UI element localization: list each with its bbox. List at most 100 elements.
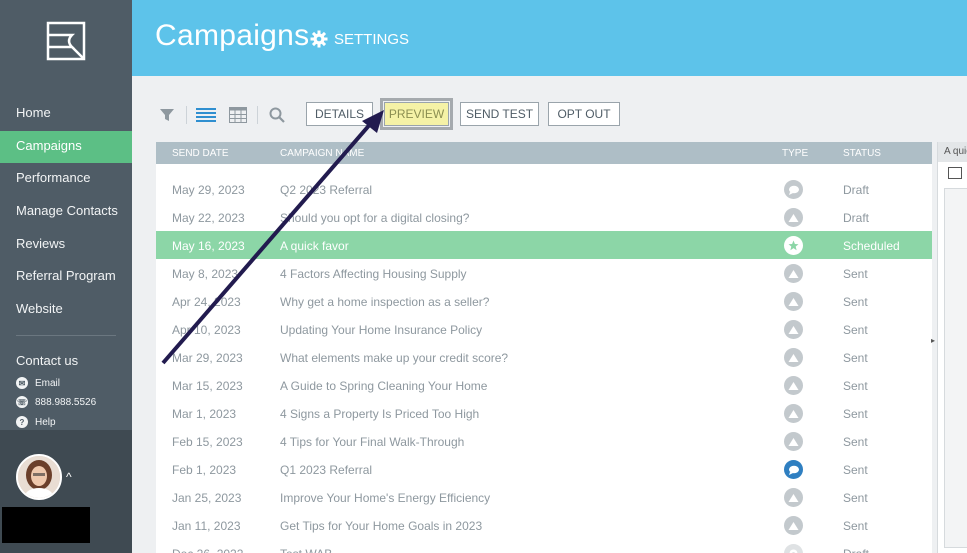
send-date-cell: Apr 24, 2023 [172, 295, 241, 309]
avatar[interactable] [16, 454, 62, 500]
chat-icon [784, 180, 803, 199]
send-date-cell: Apr 10, 2023 [172, 323, 241, 337]
search-icon[interactable] [266, 104, 288, 126]
details-button[interactable]: DETAILS [306, 102, 373, 126]
table-row[interactable]: Mar 1, 2023 4 Signs a Property Is Priced … [156, 399, 932, 427]
table-row[interactable]: Dec 26, 2022 Test WAB Draft [156, 539, 932, 553]
preview-content [944, 188, 967, 548]
email-link[interactable]: ✉ Email [16, 377, 60, 389]
phone-link[interactable]: ☏ 888.988.5526 [16, 396, 96, 408]
table-body: May 29, 2023 Q2 2023 Referral Draft May 22,… [156, 164, 932, 553]
campaigns-table: SEND DATE CAMPAIGN NAME TYPE STATUS May … [156, 142, 932, 553]
send-test-button[interactable]: SEND TEST [460, 102, 539, 126]
campaign-name-cell: Improve Your Home's Energy Efficiency [280, 491, 491, 505]
star-icon [784, 236, 803, 255]
table-row[interactable]: Feb 15, 2023 4 Tips for Your Final Walk-T… [156, 427, 932, 455]
table-row[interactable]: May 22, 2023 Should you opt for a digital… [156, 203, 932, 231]
campaign-name-cell: A quick favor [280, 239, 349, 253]
profile-section[interactable]: ^ [0, 430, 132, 553]
status-cell: Draft [843, 211, 870, 225]
sidebar-nav: Home Campaigns Performance Manage Contac… [0, 98, 132, 327]
table-row[interactable]: Mar 15, 2023 A Guide to Spring Cleaning Y… [156, 371, 932, 399]
toolbar-divider [186, 106, 187, 124]
column-status[interactable]: STATUS [843, 148, 881, 159]
table-header: SEND DATE CAMPAIGN NAME TYPE STATUS [156, 142, 932, 164]
help-icon: ? [16, 416, 28, 428]
send-date-cell: Mar 1, 2023 [172, 407, 237, 421]
logo-icon[interactable] [46, 21, 86, 61]
settings-button[interactable]: SETTINGS [310, 30, 409, 48]
send-date-cell: May 22, 2023 [172, 211, 245, 225]
settings-label: SETTINGS [334, 30, 410, 48]
sidebar-item-home[interactable]: Home [0, 98, 132, 131]
toolbar-divider [257, 106, 258, 124]
sidebar-item-reviews[interactable]: Reviews [0, 229, 132, 262]
send-date-cell: Mar 15, 2023 [172, 379, 243, 393]
table-row[interactable]: Jan 25, 2023 Improve Your Home's Energy E… [156, 483, 932, 511]
help-link[interactable]: ? Help [16, 416, 56, 428]
sidebar-item-campaigns[interactable]: Campaigns [0, 130, 132, 164]
calendar-view-icon[interactable] [227, 104, 249, 126]
table-row[interactable]: Mar 29, 2023 What elements make up your c… [156, 343, 932, 371]
table-row[interactable]: Apr 24, 2023 Why get a home inspection as… [156, 287, 932, 315]
table-row[interactable]: Apr 10, 2023 Updating Your Home Insurance… [156, 315, 932, 343]
gear-icon [310, 30, 328, 48]
table-row[interactable]: May 8, 2023 4 Factors Affecting Housing S… [156, 259, 932, 287]
column-send-date[interactable]: SEND DATE [172, 148, 229, 159]
sidebar-divider [16, 335, 116, 336]
sidebar-item-website[interactable]: Website [0, 294, 132, 327]
campaign-name-cell: What elements make up your credit score? [280, 351, 509, 365]
table-row[interactable]: Feb 1, 2023 Q1 2023 Referral Sent [156, 455, 932, 483]
triangle-icon [784, 516, 803, 535]
triangle-icon [784, 432, 803, 451]
campaign-name-cell: 4 Factors Affecting Housing Supply [280, 267, 467, 281]
page-title: Campaigns [155, 19, 310, 52]
status-cell: Scheduled [843, 239, 900, 253]
send-date-cell: Mar 29, 2023 [172, 351, 243, 365]
send-date-cell: May 16, 2023 [172, 239, 245, 253]
sidebar-item-manage-contacts[interactable]: Manage Contacts [0, 196, 132, 229]
send-date-cell: Jan 11, 2023 [172, 519, 241, 533]
status-cell: Sent [843, 519, 868, 533]
send-date-cell: May 29, 2023 [172, 183, 245, 197]
status-cell: Draft [843, 547, 869, 553]
campaign-name-cell: Get Tips for Your Home Goals in 2023 [280, 519, 483, 533]
sidebar-item-referral-program[interactable]: Referral Program [0, 261, 132, 294]
contact-title: Contact us [16, 353, 79, 368]
triangle-icon [784, 264, 803, 283]
status-cell: Sent [843, 407, 868, 421]
preview-panel: A quick favor [937, 142, 967, 553]
campaign-name-cell: 4 Signs a Property Is Priced Too High [280, 407, 480, 421]
campaign-name-cell: Why get a home inspection as a seller? [280, 295, 490, 309]
triangle-icon [784, 292, 803, 311]
column-campaign-name[interactable]: CAMPAIGN NAME [280, 148, 364, 159]
column-type[interactable]: TYPE [782, 148, 808, 159]
panel-resize-handle[interactable]: ▸ [931, 336, 936, 356]
table-row[interactable]: May 16, 2023 A quick favor Scheduled [156, 231, 932, 259]
table-row[interactable]: May 29, 2023 Q2 2023 Referral Draft [156, 175, 932, 203]
contact-card-icon[interactable] [948, 167, 962, 179]
filter-icon[interactable] [156, 104, 178, 126]
status-cell: Sent [843, 491, 868, 505]
triangle-icon [784, 348, 803, 367]
opt-out-button[interactable]: OPT OUT [548, 102, 620, 126]
phone-number: 888.988.5526 [35, 396, 97, 408]
triangle-icon [784, 208, 803, 227]
email-icon: ✉ [16, 377, 28, 389]
gear-icon [784, 544, 803, 553]
triangle-icon [784, 320, 803, 339]
triangle-icon [784, 488, 803, 507]
list-view-icon[interactable] [195, 104, 217, 126]
campaign-name-cell: A Guide to Spring Cleaning Your Home [280, 379, 488, 393]
chevron-up-icon[interactable]: ^ [66, 470, 72, 484]
triangle-icon [784, 376, 803, 395]
table-row[interactable]: Jan 11, 2023 Get Tips for Your Home Goals… [156, 511, 932, 539]
preview-panel-title: A quick favor [938, 142, 967, 162]
sidebar-item-performance[interactable]: Performance [0, 163, 132, 196]
help-label: Help [35, 416, 56, 428]
redacted-name [2, 507, 90, 543]
preview-button[interactable]: PREVIEW [380, 98, 453, 130]
status-cell: Sent [843, 267, 868, 281]
campaign-name-cell: Q1 2023 Referral [280, 463, 373, 477]
campaign-name-cell: 4 Tips for Your Final Walk-Through [280, 435, 465, 449]
